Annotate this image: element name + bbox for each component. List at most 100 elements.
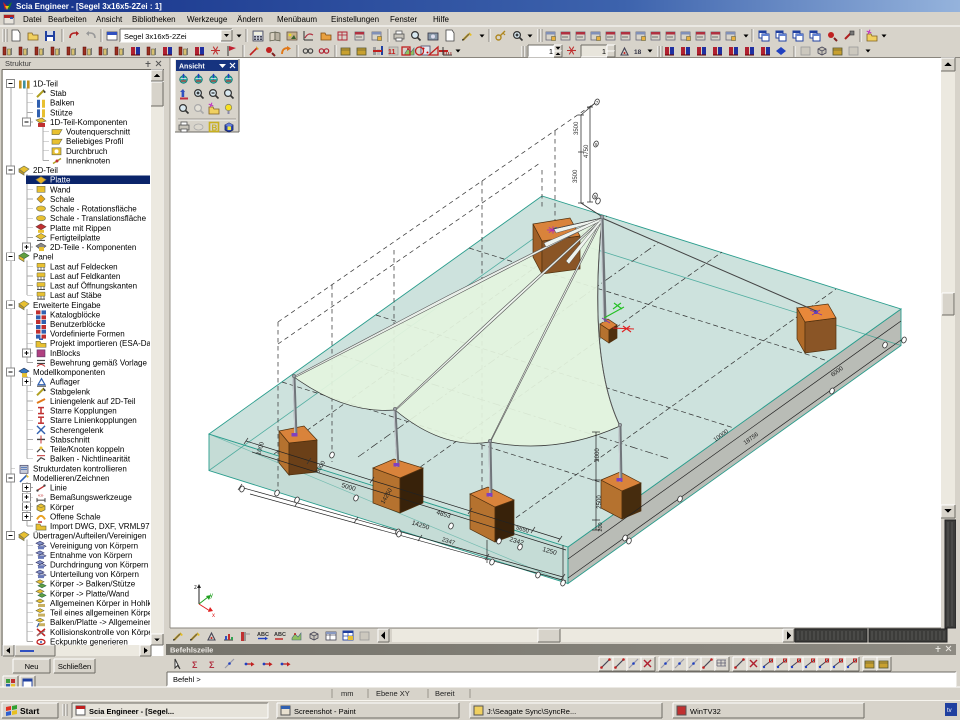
svg-text:2D-Teile - Komponenten: 2D-Teile - Komponenten (50, 243, 136, 252)
svg-text:2500: 2500 (597, 495, 603, 509)
svg-text:Screenshot - Paint: Screenshot - Paint (294, 707, 357, 716)
svg-text:Last auf Stäbe: Last auf Stäbe (50, 291, 102, 300)
svg-text:Struktur: Struktur (5, 59, 32, 68)
svg-text:Schale: Schale (50, 195, 75, 204)
svg-text:Balken - Nichtlinearität: Balken - Nichtlinearität (50, 455, 131, 464)
svg-text:1: 1 (602, 47, 606, 56)
svg-text:Scia Engineer - [Segel...: Scia Engineer - [Segel... (89, 707, 174, 716)
svg-text:Platte: Platte (50, 176, 71, 185)
svg-text:Unterteilung von Körpern: Unterteilung von Körpern (50, 570, 139, 579)
svg-text:Voutenquerschnitt: Voutenquerschnitt (66, 128, 131, 137)
svg-text:z: z (194, 585, 197, 591)
svg-text:Werkzeuge: Werkzeuge (187, 15, 228, 24)
svg-text:Erweiterte Eingabe: Erweiterte Eingabe (33, 301, 101, 310)
svg-text:Stab: Stab (50, 89, 67, 98)
svg-text:Datei: Datei (23, 15, 42, 24)
svg-text:Ansicht: Ansicht (96, 15, 123, 24)
svg-text:3500: 3500 (574, 121, 580, 135)
svg-text:11: 11 (388, 49, 396, 56)
svg-text:Stabschnitt: Stabschnitt (50, 435, 90, 444)
svg-text:Eckpunkte generieren: Eckpunkte generieren (50, 637, 128, 646)
svg-text:Ebene XY: Ebene XY (376, 689, 410, 698)
svg-text:Modellkomponenten: Modellkomponenten (33, 368, 105, 377)
svg-text:Starre Linienkopplungen: Starre Linienkopplungen (50, 416, 137, 425)
svg-text:y: y (210, 593, 213, 599)
svg-text:200: 200 (598, 522, 604, 531)
svg-text:Σ: Σ (192, 660, 198, 670)
svg-text:Last auf Feldecken: Last auf Feldecken (50, 262, 118, 271)
svg-text:Bereit: Bereit (435, 689, 456, 698)
svg-text:Entnahme von Körpern: Entnahme von Körpern (50, 551, 132, 560)
svg-text:Katalogblöcke: Katalogblöcke (50, 310, 101, 319)
svg-text:Bemaßungswerkzeuge: Bemaßungswerkzeuge (50, 493, 132, 502)
svg-text:mm: mm (341, 689, 354, 698)
svg-text:1: 1 (549, 47, 553, 56)
svg-text:x: x (212, 613, 215, 619)
svg-text:Hilfe: Hilfe (433, 15, 450, 24)
svg-text:Last auf Feldkanten: Last auf Feldkanten (50, 272, 120, 281)
svg-text:Strukturdaten kontrollieren: Strukturdaten kontrollieren (33, 464, 127, 473)
svg-text:Ändern: Ändern (237, 15, 263, 24)
svg-text:Vereinigung von Körpern: Vereinigung von Körpern (50, 541, 138, 550)
svg-text:Segel 3x16x5-2Zei: Segel 3x16x5-2Zei (124, 32, 187, 41)
svg-text:Fertigteilplatte: Fertigteilplatte (50, 233, 101, 242)
svg-text:Befehl >: Befehl > (173, 675, 201, 684)
svg-text:Liniengelenk auf 2D-Teil: Liniengelenk auf 2D-Teil (50, 397, 136, 406)
svg-text:Offene Schale: Offene Schale (50, 512, 101, 521)
svg-text:ABC: ABC (257, 632, 269, 638)
svg-text:Ansicht: Ansicht (179, 64, 205, 71)
svg-text:J:\Seagate Sync\SyncRe...: J:\Seagate Sync\SyncRe... (487, 707, 576, 716)
svg-text:Projekt importieren (ESA-Datei: Projekt importieren (ESA-Datei) (50, 339, 162, 348)
svg-text:WinTV32: WinTV32 (690, 707, 721, 716)
svg-text:Durchbruch: Durchbruch (66, 147, 107, 156)
svg-text:Balken: Balken (50, 99, 74, 108)
svg-text:Scherengelenk: Scherengelenk (50, 426, 104, 435)
svg-text:Körper -> Balken/Stütze: Körper -> Balken/Stütze (50, 580, 136, 589)
svg-text:Körper: Körper (50, 503, 74, 512)
svg-text:Last auf Öffnungskanten: Last auf Öffnungskanten (50, 282, 137, 291)
svg-text:2D-Teil: 2D-Teil (33, 166, 58, 175)
svg-text:Beliebiges Profil: Beliebiges Profil (66, 137, 124, 146)
svg-text:Einstellungen: Einstellungen (331, 15, 379, 24)
svg-text:Platte mit Rippen: Platte mit Rippen (50, 224, 111, 233)
svg-text:Durchdringung von Körpern: Durchdringung von Körpern (50, 561, 148, 570)
svg-text:Schale - Translationsfläche: Schale - Translationsfläche (50, 214, 147, 223)
svg-text:Körper -> Platte/Wand: Körper -> Platte/Wand (50, 589, 129, 598)
svg-text:Stütze: Stütze (50, 108, 73, 117)
svg-text:Übertragen/Aufteilen/Vereinige: Übertragen/Aufteilen/Vereinigen (33, 532, 146, 541)
svg-text:18: 18 (634, 49, 642, 56)
svg-text:Schale - Rotationsfläche: Schale - Rotationsfläche (50, 205, 137, 214)
svg-text:1D-Teil-Komponenten: 1D-Teil-Komponenten (50, 118, 127, 127)
svg-text:Modellieren/Zeichnen: Modellieren/Zeichnen (33, 474, 110, 483)
svg-text:Befehlszeile: Befehlszeile (170, 646, 213, 655)
svg-text:1D-Teil: 1D-Teil (33, 80, 58, 89)
svg-text:Bearbeiten: Bearbeiten (48, 15, 87, 24)
svg-text:Teile/Knoten koppeln: Teile/Knoten koppeln (50, 445, 124, 454)
svg-text:Innenknoten: Innenknoten (66, 156, 110, 165)
svg-text:tv: tv (947, 708, 952, 714)
svg-text:Import DWG, DXF, VRML97: Import DWG, DXF, VRML97 (50, 522, 150, 531)
svg-text:Neu: Neu (25, 662, 39, 671)
svg-text:Scia Engineer - [Segel 3x16x5-: Scia Engineer - [Segel 3x16x5-2Zei : 1] (16, 2, 162, 11)
svg-text:Wand: Wand (50, 185, 71, 194)
svg-text:«»: «» (38, 493, 44, 499)
svg-text:Starre Kopplungen: Starre Kopplungen (50, 407, 117, 416)
svg-text:Menübaum: Menübaum (277, 15, 317, 24)
svg-text:Stabgelenk: Stabgelenk (50, 387, 91, 396)
svg-text:Schließen: Schließen (58, 662, 91, 671)
svg-text:Bewehrung gemäß Vorlage: Bewehrung gemäß Vorlage (50, 358, 148, 367)
svg-text:B: B (212, 124, 218, 133)
svg-text:Start: Start (20, 706, 40, 716)
svg-text:Σ: Σ (209, 660, 215, 670)
svg-text:Linie: Linie (50, 484, 67, 493)
svg-text:InBlocks: InBlocks (50, 349, 80, 358)
svg-text:Bibliotheken: Bibliotheken (132, 15, 176, 24)
svg-text:Panel: Panel (33, 253, 54, 262)
svg-text:Fenster: Fenster (390, 15, 417, 24)
svg-text:4750: 4750 (584, 144, 590, 158)
svg-text:3500: 3500 (573, 169, 579, 183)
svg-text:Kollisionskontrolle von Körper: Kollisionskontrolle von Körpern (50, 628, 160, 637)
svg-text:Auflager: Auflager (50, 378, 80, 387)
svg-text:Benutzerblöcke: Benutzerblöcke (50, 320, 106, 329)
svg-text:ABC: ABC (274, 632, 286, 638)
